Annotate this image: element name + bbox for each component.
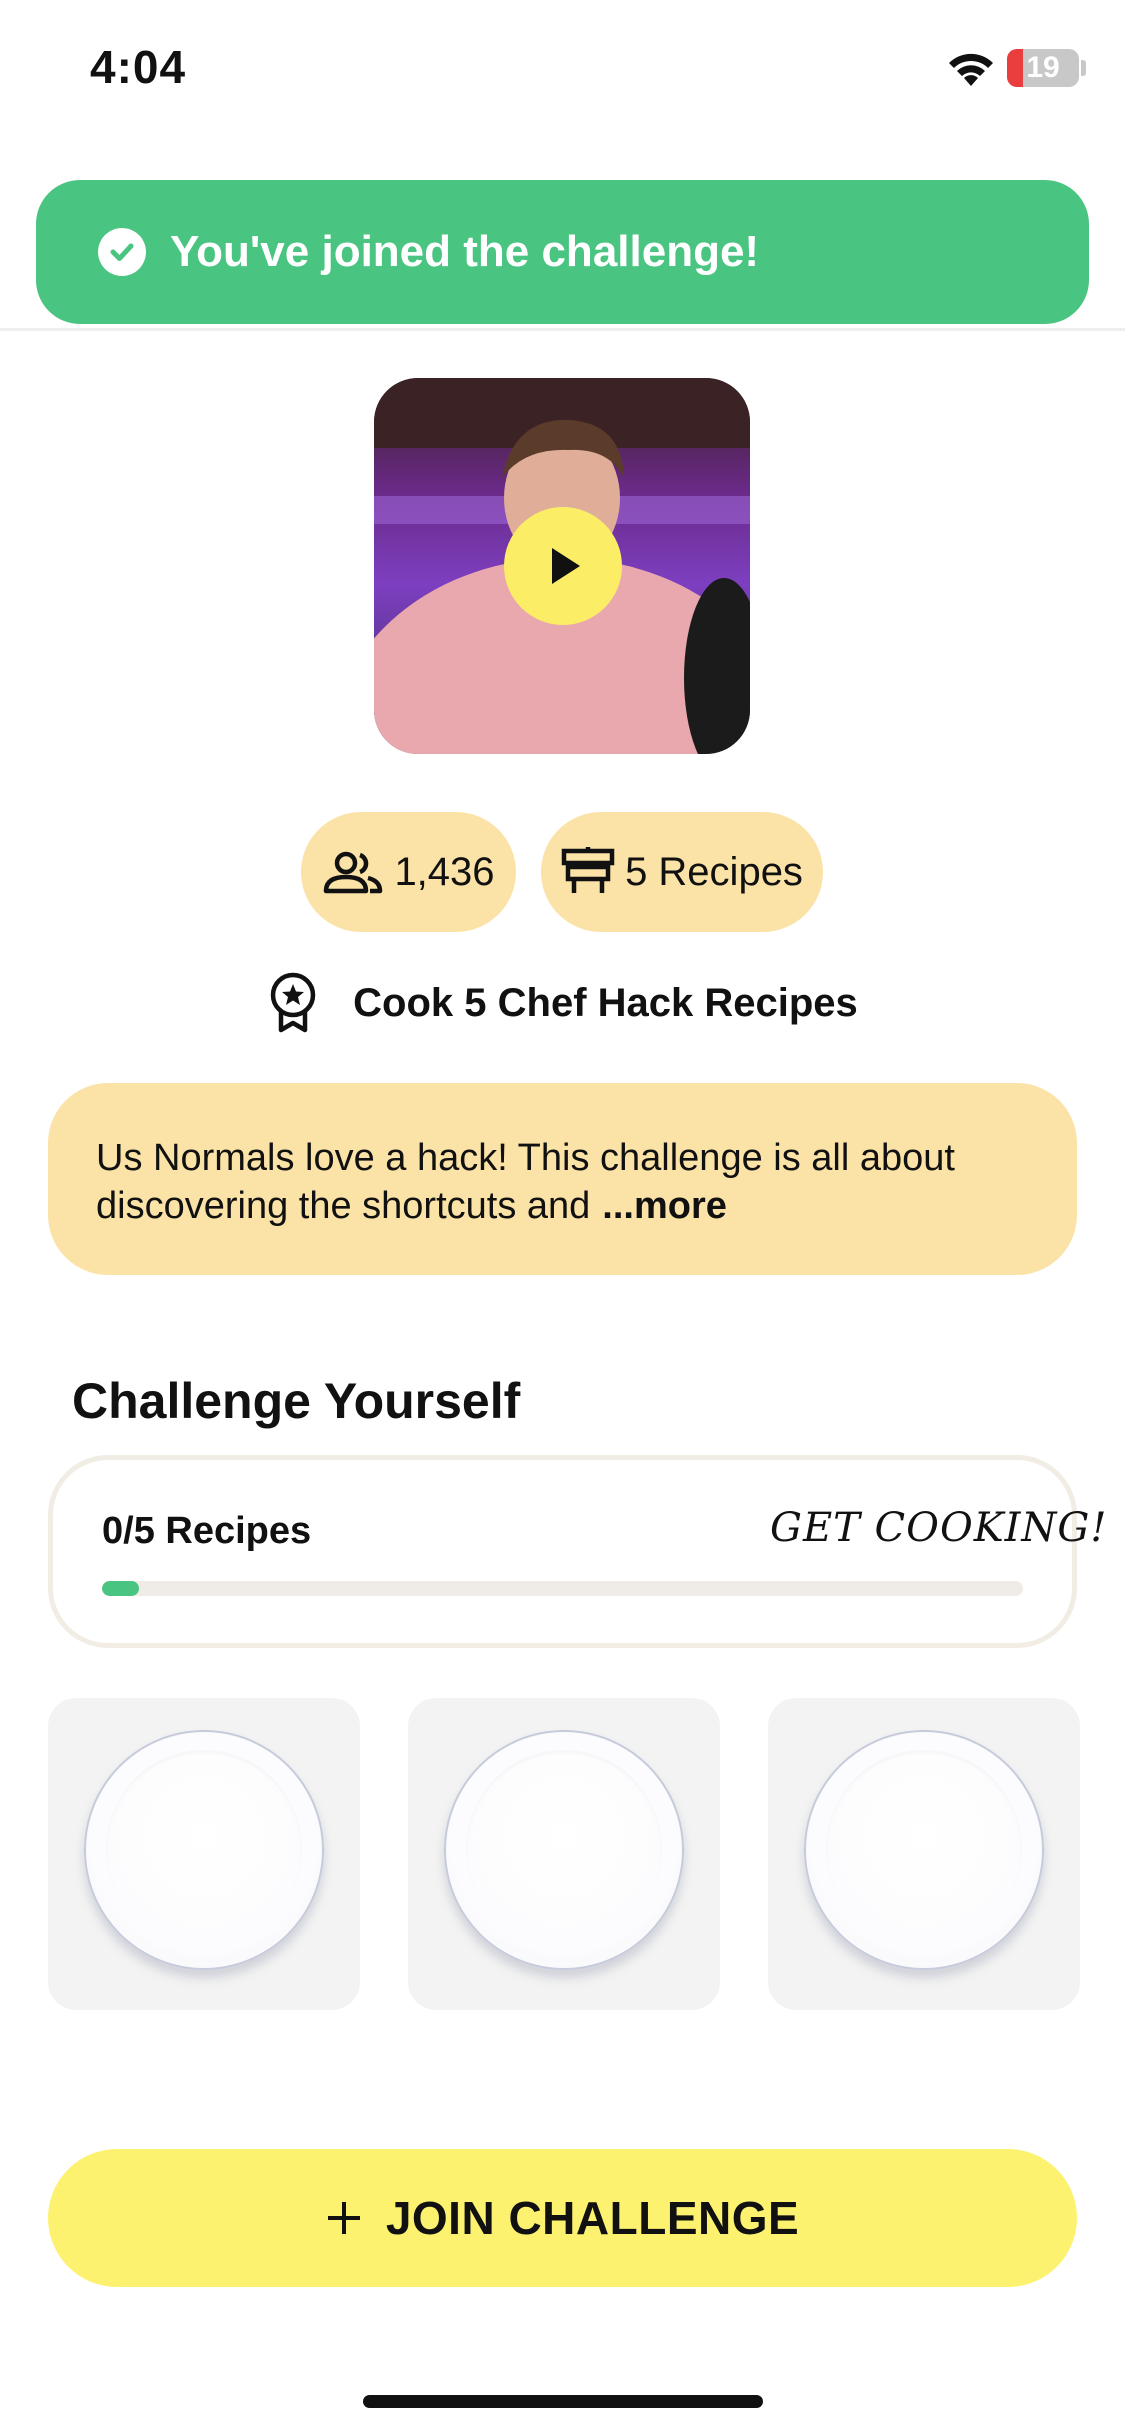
challenge-goal: Cook 5 Chef Hack Recipes — [0, 968, 1125, 1038]
battery-nub — [1081, 60, 1086, 76]
recipes-pill: 5 Recipes — [541, 812, 823, 932]
description-text: Us Normals love a hack! This challenge i… — [96, 1137, 955, 1227]
play-button[interactable] — [504, 507, 622, 625]
plus-icon — [327, 2202, 360, 2234]
more-link[interactable]: ...more — [602, 1185, 727, 1227]
recipe-slot[interactable] — [48, 1698, 360, 2010]
check-circle-icon — [98, 228, 146, 276]
section-title: Challenge Yourself — [72, 1373, 521, 1429]
people-icon — [324, 851, 383, 894]
joined-toast: You've joined the challenge! — [36, 180, 1089, 324]
status-time: 4:04 — [90, 41, 187, 93]
get-cooking-label: GET COOKING! — [770, 1505, 1108, 1551]
members-count: 1,436 — [394, 849, 495, 894]
award-badge-icon — [270, 972, 316, 1033]
recipe-slot[interactable] — [408, 1698, 720, 2010]
progress-bar — [102, 1581, 1023, 1596]
toast-message: You've joined the challenge! — [170, 227, 760, 276]
progress-label: 0/5 Recipes — [102, 1510, 312, 1552]
chef-hat-icon — [561, 847, 615, 893]
empty-plate-icon — [84, 1730, 324, 1970]
header-divider — [0, 328, 1125, 331]
progress-bar-fill — [102, 1581, 139, 1596]
empty-plate-icon — [444, 1730, 684, 1970]
join-challenge-label: JOIN CHALLENGE — [385, 2192, 800, 2244]
battery-level: 19 — [1026, 51, 1060, 84]
recipe-slot[interactable] — [768, 1698, 1080, 2010]
join-challenge-button[interactable]: JOIN CHALLENGE — [48, 2149, 1077, 2287]
recipes-count: 5 Recipes — [625, 849, 803, 894]
goal-text: Cook 5 Chef Hack Recipes — [353, 980, 858, 1025]
challenge-description: Us Normals love a hack! This challenge i… — [48, 1083, 1077, 1275]
members-pill: 1,436 — [301, 812, 516, 932]
battery-icon: 19 — [1007, 49, 1079, 87]
empty-plate-icon — [804, 1730, 1044, 1970]
wifi-icon — [949, 53, 993, 86]
play-icon — [552, 548, 580, 584]
home-indicator[interactable] — [363, 2395, 763, 2408]
